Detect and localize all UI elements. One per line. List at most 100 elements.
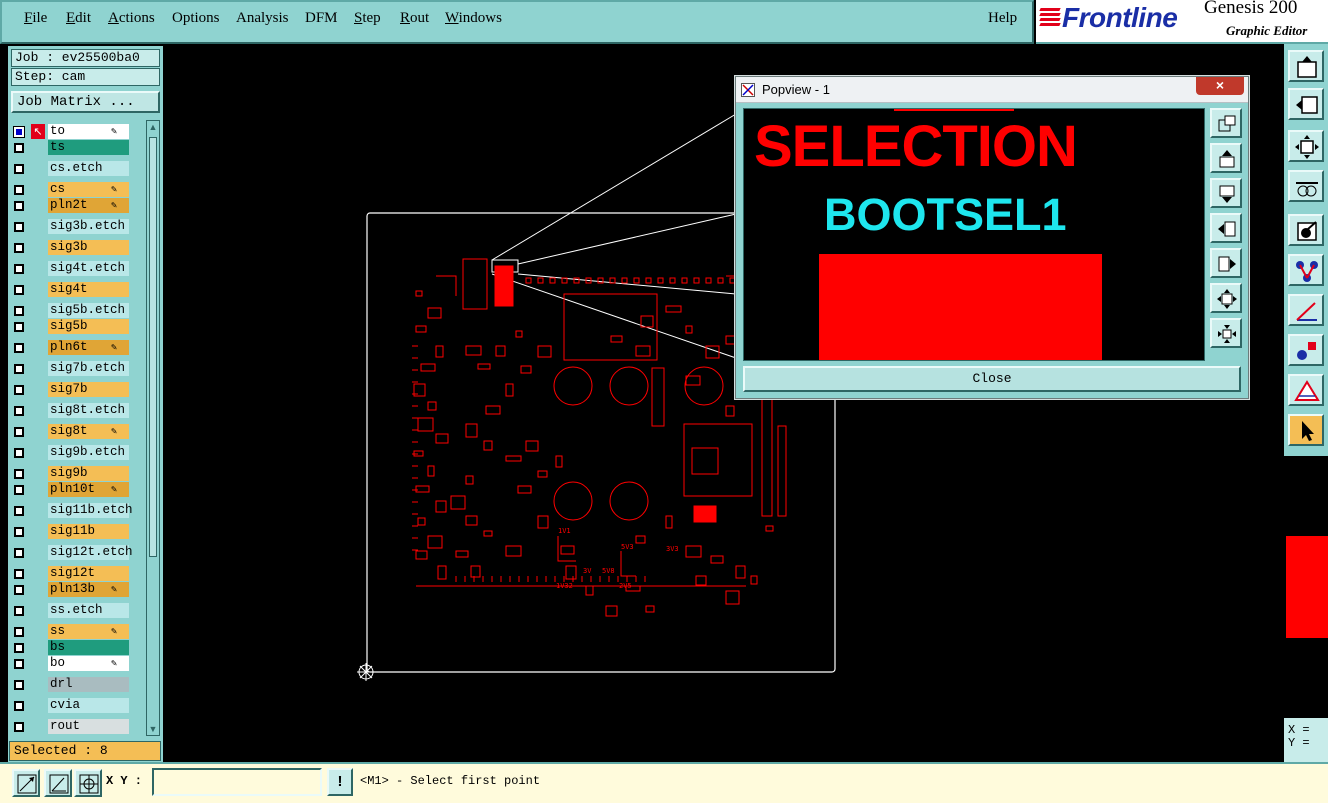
job-matrix-button[interactable]: Job Matrix ... xyxy=(11,91,160,113)
layer-checkbox[interactable] xyxy=(14,680,24,690)
overview-mini-map[interactable] xyxy=(1286,456,1328,718)
layer-checkbox[interactable] xyxy=(14,185,24,195)
layer-name[interactable]: drl xyxy=(48,677,129,692)
layer-checkbox[interactable] xyxy=(14,385,24,395)
layer-name[interactable]: sig3b xyxy=(48,240,129,255)
layer-name[interactable]: cs ✎ xyxy=(48,182,129,197)
grid-toggle-icon[interactable] xyxy=(74,769,102,797)
pv-pan-up-icon[interactable] xyxy=(1210,143,1242,173)
layer-row-sig8t-etch[interactable]: sig8t.etch xyxy=(11,403,139,419)
layer-row-pln10t[interactable]: pln10t ✎ xyxy=(11,482,139,498)
layer-name[interactable]: pln10t ✎ xyxy=(48,482,129,497)
scroll-down-icon[interactable]: ▼ xyxy=(147,723,159,735)
pv-pan-left-icon[interactable] xyxy=(1210,213,1242,243)
layer-checkbox[interactable] xyxy=(14,285,24,295)
layer-row-sig7b[interactable]: sig7b xyxy=(11,382,139,398)
pv-pan-right-icon[interactable] xyxy=(1210,248,1242,278)
layer-checkbox[interactable] xyxy=(14,322,24,332)
drc-warning-icon[interactable] xyxy=(1288,374,1324,406)
menu-analysis[interactable]: Analysis xyxy=(236,10,289,27)
pv-zoom-window-icon[interactable] xyxy=(1210,108,1242,138)
layer-name[interactable]: sig12t.etch xyxy=(48,545,133,560)
layer-checkbox[interactable] xyxy=(14,201,24,211)
snap-point-icon[interactable] xyxy=(1288,214,1324,246)
layer-checkbox[interactable] xyxy=(14,427,24,437)
layer-list-scrollbar[interactable]: ▲ ▼ xyxy=(146,120,160,736)
view-left-icon[interactable] xyxy=(1288,88,1324,120)
layer-row-sig4t-etch[interactable]: sig4t.etch xyxy=(11,261,139,277)
layer-name[interactable]: sig9b.etch xyxy=(48,445,129,460)
layer-row-ss[interactable]: ss ✎ xyxy=(11,624,139,640)
layer-row-cs-etch[interactable]: cs.etch xyxy=(11,161,139,177)
layer-row-cs[interactable]: cs ✎ xyxy=(11,182,139,198)
layer-checkbox[interactable] xyxy=(14,606,24,616)
layer-row-sig5b-etch[interactable]: sig5b.etch xyxy=(11,303,139,319)
layer-row-sig11b[interactable]: sig11b xyxy=(11,524,139,540)
line-draw-icon[interactable] xyxy=(1288,294,1324,326)
layer-checkbox[interactable] xyxy=(14,585,24,595)
layer-checkbox[interactable] xyxy=(14,701,24,711)
layer-name[interactable]: sig4t xyxy=(48,282,129,297)
pv-pan-down-icon[interactable] xyxy=(1210,178,1242,208)
layer-name[interactable]: cs.etch xyxy=(48,161,129,176)
menu-windows[interactable]: Windows xyxy=(445,10,502,27)
layer-row-to[interactable]: ↖ to ✎ xyxy=(11,124,139,140)
add-pad-icon[interactable] xyxy=(1288,334,1324,366)
layer-name[interactable]: sig7b xyxy=(48,382,129,397)
layer-checkbox[interactable] xyxy=(14,722,24,732)
layer-checkbox[interactable] xyxy=(14,448,24,458)
layer-checkbox[interactable] xyxy=(14,569,24,579)
xy-coordinate-input[interactable] xyxy=(152,768,322,796)
popview-close-icon[interactable]: × xyxy=(1196,77,1244,95)
snap-grid-icon[interactable] xyxy=(12,769,40,797)
layer-name[interactable]: ts xyxy=(48,140,129,155)
layer-name[interactable]: bo ✎ xyxy=(48,656,129,671)
layer-row-bs[interactable]: bs xyxy=(11,640,139,656)
layer-checkbox[interactable] xyxy=(14,469,24,479)
layer-checkbox[interactable] xyxy=(14,222,24,232)
popview-titlebar[interactable]: Popview - 1 × xyxy=(736,77,1248,103)
layer-checkbox[interactable] xyxy=(13,126,25,138)
layer-row-sig9b-etch[interactable]: sig9b.etch xyxy=(11,445,139,461)
layer-checkbox[interactable] xyxy=(14,406,24,416)
exclamation-button[interactable]: ! xyxy=(327,768,353,796)
menu-file[interactable]: File xyxy=(24,10,47,27)
menu-dfm[interactable]: DFM xyxy=(305,10,338,27)
layer-row-sig11b-etch[interactable]: sig11b.etch xyxy=(11,503,139,519)
layer-row-rout[interactable]: rout xyxy=(11,719,139,735)
layer-name[interactable]: sig4t.etch xyxy=(48,261,129,276)
layer-checkbox[interactable] xyxy=(14,506,24,516)
menu-actions[interactable]: Actions xyxy=(108,10,155,27)
net-tool-icon[interactable] xyxy=(1288,254,1324,286)
layer-row-sig12t-etch[interactable]: sig12t.etch xyxy=(11,545,139,561)
layer-checkbox[interactable] xyxy=(14,527,24,537)
layer-name[interactable]: cvia xyxy=(48,698,129,713)
layer-row-sig3b-etch[interactable]: sig3b.etch xyxy=(11,219,139,235)
open-layer-icon[interactable] xyxy=(1288,50,1324,82)
menu-edit[interactable]: Edit xyxy=(66,10,91,27)
layer-checkbox[interactable] xyxy=(14,264,24,274)
layer-row-pln2t[interactable]: pln2t ✎ xyxy=(11,198,139,214)
layer-row-ss-etch[interactable]: ss.etch xyxy=(11,603,139,619)
measure-tool-icon[interactable] xyxy=(1288,170,1324,202)
snap-angle-icon[interactable] xyxy=(44,769,72,797)
layer-row-sig8t[interactable]: sig8t ✎ xyxy=(11,424,139,440)
layer-name[interactable]: pln6t ✎ xyxy=(48,340,129,355)
layer-name[interactable]: sig7b.etch xyxy=(48,361,129,376)
layer-row-sig3b[interactable]: sig3b xyxy=(11,240,139,256)
pv-zoom-in-icon[interactable] xyxy=(1210,283,1242,313)
layer-row-sig5b[interactable]: sig5b xyxy=(11,319,139,335)
layer-checkbox[interactable] xyxy=(14,627,24,637)
layer-checkbox[interactable] xyxy=(14,306,24,316)
popview-window[interactable]: Popview - 1 × SELECTION BOOTSEL1 Close xyxy=(735,76,1249,399)
layer-name[interactable]: ss ✎ xyxy=(48,624,129,639)
layer-checkbox[interactable] xyxy=(14,659,24,669)
layer-checkbox[interactable] xyxy=(14,164,24,174)
layer-checkbox[interactable] xyxy=(14,485,24,495)
menu-step[interactable]: Step xyxy=(354,10,381,27)
layer-name[interactable]: sig11b xyxy=(48,524,129,539)
layer-name[interactable]: sig9b xyxy=(48,466,129,481)
layer-checkbox[interactable] xyxy=(14,364,24,374)
layer-checkbox[interactable] xyxy=(14,643,24,653)
popview-close-button[interactable]: Close xyxy=(743,366,1241,392)
